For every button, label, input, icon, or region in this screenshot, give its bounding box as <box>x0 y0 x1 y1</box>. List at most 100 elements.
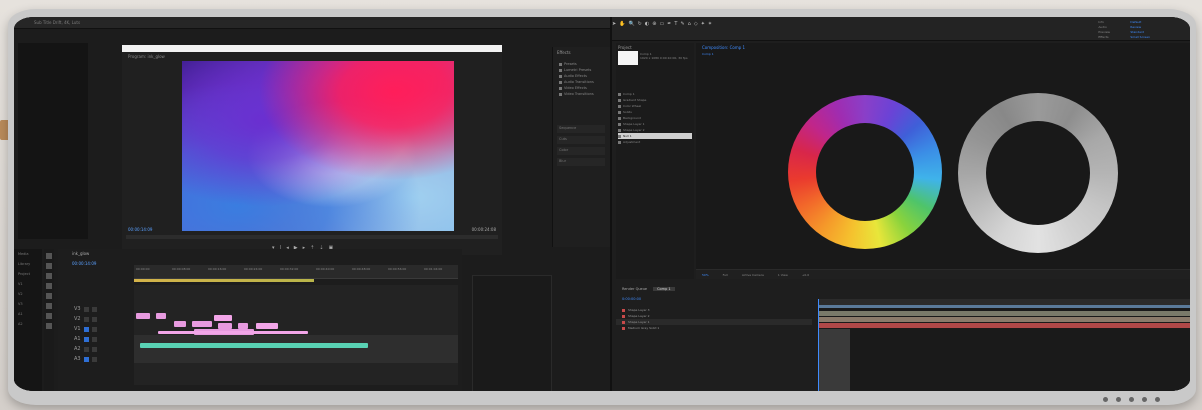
program-scrubber[interactable] <box>126 235 498 239</box>
rectangle-tool-icon[interactable]: ▭ <box>659 21 664 27</box>
side-label[interactable]: V3 <box>14 299 42 309</box>
layer-bar[interactable] <box>818 323 1190 328</box>
monitor-button[interactable] <box>1116 397 1121 402</box>
timeline-title: ink_glow <box>72 251 90 256</box>
roto-tool-icon[interactable]: ✦ <box>701 21 705 27</box>
effects-field[interactable]: Sequence <box>557 125 605 133</box>
video-clip[interactable] <box>174 321 186 327</box>
work-area-bar[interactable] <box>818 305 1190 308</box>
video-clip[interactable] <box>192 321 212 327</box>
side-label[interactable]: A1 <box>14 309 42 319</box>
layer-row[interactable]: Medium Gray Solid 1 <box>616 325 812 331</box>
side-label[interactable]: A2 <box>14 319 42 329</box>
effects-field[interactable]: Blur <box>557 158 605 166</box>
puppet-tool-icon[interactable]: ✶ <box>708 21 712 27</box>
side-label[interactable]: V1 <box>14 279 42 289</box>
layer-bar[interactable] <box>818 311 1190 316</box>
program-title: Program: ink_glow <box>128 54 165 59</box>
selection-tool-icon[interactable]: ➤ <box>612 21 616 27</box>
mute-icon <box>91 346 97 352</box>
tab-render-queue[interactable]: Render Queue <box>622 287 647 291</box>
workspace-preset[interactable]: Default <box>1130 20 1150 24</box>
monitor-button[interactable] <box>1142 397 1147 402</box>
current-time-indicator[interactable] <box>818 299 819 391</box>
program-duration: 00:00:24:08 <box>471 227 496 232</box>
project-list: Comp 1 Gradient Shape Color Wheel Solids… <box>618 91 692 145</box>
ruler-label: 00:00:32:00 <box>280 267 299 271</box>
workspace-preset[interactable]: Review <box>1130 25 1150 29</box>
project-thumbnail <box>618 51 638 65</box>
slip-tool-icon[interactable] <box>46 293 52 299</box>
zoom-level[interactable]: 50% <box>702 273 709 277</box>
color-wheel-hole <box>816 123 914 221</box>
monitor-button[interactable] <box>1129 397 1134 402</box>
track-header-v2[interactable]: V2 <box>74 315 130 323</box>
audio-meter <box>472 275 552 391</box>
workspace-preset[interactable]: Small Screen <box>1130 35 1150 39</box>
exposure-value[interactable]: +0.0 <box>802 273 809 277</box>
video-clip[interactable] <box>158 331 308 334</box>
workspace-preset[interactable]: Standard <box>1130 30 1150 34</box>
zoom-tool-icon[interactable]: 🔍 <box>628 21 634 27</box>
side-label[interactable]: Library <box>14 259 42 269</box>
video-clip[interactable] <box>156 313 166 319</box>
effects-item[interactable]: Video Transitions <box>559 91 594 97</box>
pen-tool-icon[interactable] <box>46 303 52 309</box>
monitor-button[interactable] <box>1103 397 1108 402</box>
track-header-a2[interactable]: A2 <box>74 345 130 353</box>
track-select-icon[interactable] <box>46 263 52 269</box>
camera-select[interactable]: Active Camera <box>742 273 764 277</box>
track-header-a3[interactable]: A3 <box>74 355 130 363</box>
composition-tab[interactable]: Composition: Comp 1 <box>702 45 745 50</box>
selection-tool-icon[interactable] <box>46 253 52 259</box>
track-header-v3[interactable]: V3 <box>74 305 130 313</box>
hand-tool-icon[interactable] <box>46 313 52 319</box>
layer-bar[interactable] <box>818 317 1190 322</box>
side-label[interactable]: V2 <box>14 289 42 299</box>
side-label[interactable]: Project <box>14 269 42 279</box>
eraser-tool-icon[interactable]: ◇ <box>694 21 698 27</box>
ripple-edit-icon[interactable] <box>46 273 52 279</box>
workspace-label[interactable]: Info <box>1098 20 1110 24</box>
audio-clip[interactable] <box>140 343 368 348</box>
folder-icon <box>559 86 562 90</box>
pan-behind-icon[interactable]: ⊕ <box>652 21 656 27</box>
side-label[interactable]: Media <box>14 249 42 259</box>
composition-breadcrumb[interactable]: Comp 1 <box>702 52 714 56</box>
ae-timecode[interactable]: 0:00:00:00 <box>622 297 641 301</box>
tab-comp[interactable]: Comp 1 <box>653 287 675 291</box>
effects-field[interactable]: Color <box>557 147 605 155</box>
stamp-tool-icon[interactable]: ⌂ <box>688 21 691 27</box>
type-tool-icon[interactable] <box>46 323 52 329</box>
timeline-ruler[interactable]: 00:00:00 00:00:08:00 00:00:16:00 00:00:2… <box>134 265 458 279</box>
workspace-presets: Default Review Standard Small Screen <box>1130 20 1150 39</box>
rotate-tool-icon[interactable]: ↻ <box>638 21 642 27</box>
brush-tool-icon[interactable]: ✎ <box>680 21 684 27</box>
workspace-label[interactable]: Preview <box>1098 30 1110 34</box>
ruler-label: 00:00:08:00 <box>172 267 191 271</box>
video-clip[interactable] <box>136 313 150 319</box>
project-item[interactable]: Adjustment <box>618 139 692 145</box>
track-header-v1[interactable]: V1 <box>74 325 130 333</box>
power-button[interactable] <box>1155 397 1160 402</box>
workspace-label[interactable]: Audio <box>1098 25 1110 29</box>
video-preview[interactable] <box>182 61 454 231</box>
eye-icon <box>91 326 97 332</box>
timeline-tabs: Render Queue Comp 1 <box>622 287 675 291</box>
type-tool-icon[interactable]: T <box>674 21 677 27</box>
hand-tool-icon[interactable]: ✋ <box>619 21 625 27</box>
track-header-a1[interactable]: A1 <box>74 335 130 343</box>
effects-field[interactable]: Cuts <box>557 136 605 144</box>
video-clip[interactable] <box>214 315 232 321</box>
pen-tool-icon[interactable]: ✒ <box>667 21 671 27</box>
workspace-label[interactable]: Effects <box>1098 35 1110 39</box>
view-layout-select[interactable]: 1 View <box>778 273 788 277</box>
video-clip[interactable] <box>256 323 278 329</box>
resolution-select[interactable]: Full <box>723 273 728 277</box>
razor-tool-icon[interactable] <box>46 283 52 289</box>
timeline-timecode[interactable]: 00:00:14:09 <box>72 261 96 266</box>
ruler-label: 00:00:16:00 <box>208 267 227 271</box>
camera-tool-icon[interactable]: ◐ <box>645 21 649 27</box>
source-panel <box>18 43 88 239</box>
timeline-side-panel: Media Library Project V1 V2 V3 A1 A2 <box>14 249 42 391</box>
